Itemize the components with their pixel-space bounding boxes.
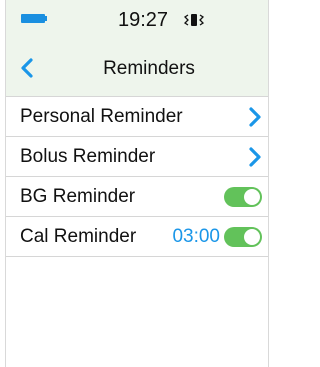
page-title: Reminders [103,58,195,79]
bg-reminder-toggle[interactable] [224,187,262,207]
list-item-personal-reminder[interactable]: Personal Reminder [6,97,268,137]
list-item-cal-reminder: Cal Reminder 03:00 [6,217,268,257]
list-item-label: BG Reminder [20,186,136,207]
status-bar: 19:27 [6,0,268,40]
vibrate-icon [183,14,205,26]
list-item-label: Cal Reminder [20,226,137,247]
toggle-knob [244,189,260,205]
list-item-label: Bolus Reminder [20,146,156,167]
cal-reminder-toggle[interactable] [224,227,262,247]
battery-icon [21,14,45,23]
list-item-bg-reminder: BG Reminder [6,177,268,217]
list-item-bolus-reminder[interactable]: Bolus Reminder [6,137,268,177]
device-screen: 19:27 Reminders Personal Reminder Bolus … [5,0,269,367]
cal-reminder-time[interactable]: 03:00 [172,226,220,248]
toggle-knob [244,229,260,245]
chevron-right-icon [249,107,261,127]
list-item-label: Personal Reminder [20,106,183,127]
chevron-right-icon [249,147,261,167]
clock-time: 19:27 [118,9,169,31]
battery-tip [44,16,47,21]
page-header: Reminders [6,40,268,97]
